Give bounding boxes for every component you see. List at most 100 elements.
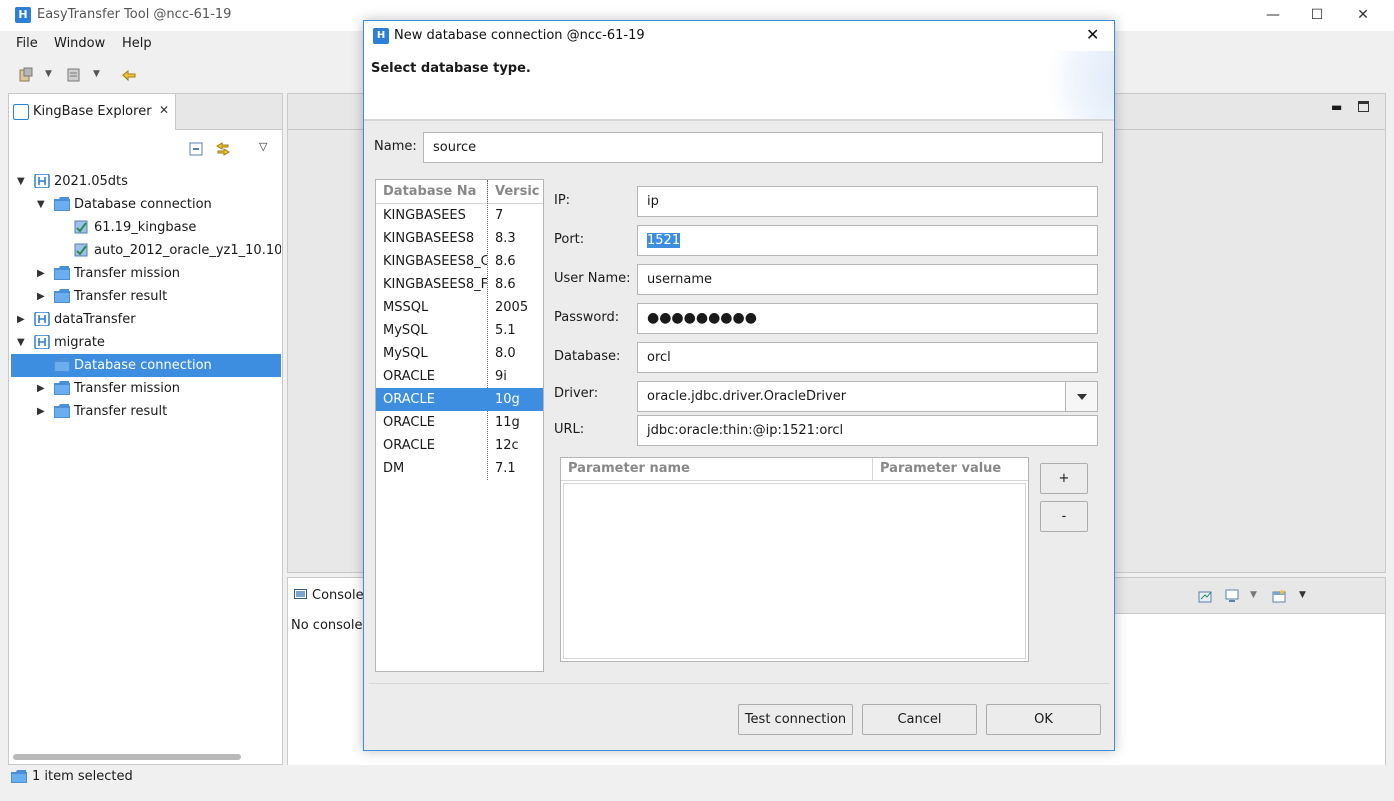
link-with-editor-icon[interactable] (215, 141, 231, 157)
minimize-view-icon[interactable]: ▬ (1331, 100, 1342, 114)
database-type-table[interactable]: Database Na Versic KINGBASEES 7 KINGBASEES… (375, 179, 544, 672)
folder-icon (54, 404, 70, 418)
database-name-cell: ORACLE (383, 369, 435, 384)
close-button[interactable]: ✕ (1340, 3, 1386, 29)
database-type-row[interactable]: MySQL 5.1 (376, 319, 543, 342)
new-connection-dialog: H New database connection @ncc-61-19 ✕ S… (363, 20, 1115, 751)
ok-button[interactable]: OK (986, 704, 1101, 735)
explorer-tabbar: KingBase Explorer ✕ (9, 94, 282, 130)
chevron-right-icon[interactable]: ▶ (17, 308, 25, 331)
database-type-row[interactable]: KINGBASEES8 8.3 (376, 227, 543, 250)
close-tab-icon[interactable]: ✕ (159, 103, 169, 117)
version-cell: 9i (495, 369, 507, 384)
tree-item[interactable]: ▶ Transfer result (11, 400, 281, 423)
tab-console[interactable]: Console (288, 578, 373, 614)
app-title: EasyTransfer Tool @ncc-61-19 (37, 7, 232, 22)
new-mission-icon[interactable] (66, 67, 82, 83)
view-menu-icon[interactable]: ▽ (259, 140, 267, 153)
tree-item[interactable]: ▼ Database connection (11, 193, 281, 216)
version-cell: 8.6 (495, 277, 516, 292)
collapse-all-icon[interactable] (189, 142, 203, 156)
open-console-dropdown-icon[interactable]: ▼ (1299, 590, 1306, 600)
database-type-row[interactable]: MySQL 8.0 (376, 342, 543, 365)
database-name-cell: ORACLE (383, 438, 435, 453)
open-console-icon[interactable] (1272, 589, 1287, 603)
database-input[interactable]: orcl (637, 342, 1098, 373)
tree-item[interactable]: ▶ dataTransfer (11, 308, 281, 331)
banner-decoration (1034, 51, 1114, 119)
database-type-row[interactable]: KINGBASEES8_C 8.6 (376, 250, 543, 273)
cancel-button[interactable]: Cancel (862, 704, 977, 735)
database-name-cell: KINGBASEES8 (383, 231, 475, 246)
tree-item[interactable]: ▼ 2021.05dts (11, 170, 281, 193)
tree-item[interactable]: ▶ Transfer mission (11, 377, 281, 400)
chevron-right-icon[interactable]: ▶ (37, 285, 45, 308)
add-parameter-button[interactable]: + (1040, 463, 1088, 494)
menu-help[interactable]: Help (122, 36, 152, 51)
new-mission-dropdown-icon[interactable]: ▼ (93, 69, 100, 79)
column-parameter-value[interactable]: Parameter value (880, 461, 1001, 476)
database-name-cell: KINGBASEES (383, 208, 466, 223)
tree-item[interactable]: auto_2012_oracle_yz1_10.10 (11, 239, 281, 262)
chevron-down-icon[interactable]: ▼ (37, 193, 45, 216)
column-parameter-name[interactable]: Parameter name (568, 461, 690, 476)
new-connection-icon[interactable] (18, 67, 34, 83)
version-cell: 8.0 (495, 346, 516, 361)
version-cell: 11g (495, 415, 520, 430)
parameter-table-body[interactable] (563, 483, 1026, 659)
database-type-row[interactable]: ORACLE 11g (376, 411, 543, 434)
new-connection-dropdown-icon[interactable]: ▼ (45, 69, 52, 79)
project-icon (34, 174, 50, 188)
back-arrow-icon[interactable] (121, 67, 137, 83)
remove-parameter-button[interactable]: - (1040, 501, 1088, 532)
tree-item[interactable]: Database connection (11, 354, 281, 377)
display-console-icon[interactable] (1225, 589, 1240, 603)
database-type-row[interactable]: ORACLE 12c (376, 434, 543, 457)
folder-icon (54, 358, 70, 372)
port-input[interactable]: 1521 (637, 225, 1098, 256)
version-cell: 12c (495, 438, 519, 453)
tree-item[interactable]: ▶ Transfer result (11, 285, 281, 308)
chevron-right-icon[interactable]: ▶ (37, 400, 45, 423)
tree-item[interactable]: ▼ migrate (11, 331, 281, 354)
db-connection-icon (74, 220, 88, 234)
database-type-row[interactable]: KINGBASEES 7 (376, 204, 543, 227)
ip-input[interactable]: ip (637, 186, 1098, 217)
horizontal-scrollbar[interactable] (13, 754, 241, 760)
pin-console-icon[interactable] (1198, 589, 1213, 603)
tree-item[interactable]: 61.19_kingbase (11, 216, 281, 239)
driver-label: Driver: (554, 386, 599, 401)
maximize-view-icon[interactable] (1358, 101, 1369, 112)
console-message: No console (291, 618, 363, 633)
maximize-button[interactable]: ☐ (1294, 3, 1340, 29)
database-type-row[interactable]: ORACLE 9i (376, 365, 543, 388)
database-type-row[interactable]: MSSQL 2005 (376, 296, 543, 319)
column-database-name[interactable]: Database Na (383, 184, 483, 199)
url-input[interactable]: jdbc:oracle:thin:@ip:1521:orcl (637, 415, 1098, 446)
chevron-right-icon[interactable]: ▶ (37, 262, 45, 285)
column-version[interactable]: Versic (495, 184, 541, 199)
user-name-input[interactable]: username (637, 264, 1098, 295)
parameter-table[interactable]: Parameter name Parameter value (560, 457, 1029, 662)
password-input[interactable]: ●●●●●●●●● (637, 303, 1098, 334)
minimize-button[interactable]: — (1250, 3, 1296, 29)
chevron-down-icon[interactable]: ▼ (17, 170, 25, 193)
menu-file[interactable]: File (16, 36, 38, 51)
tree-item[interactable]: ▶ Transfer mission (11, 262, 281, 285)
database-type-row[interactable]: ORACLE 10g (376, 388, 543, 411)
db-connection-icon (74, 243, 88, 257)
chevron-right-icon[interactable]: ▶ (37, 377, 45, 400)
chevron-down-icon[interactable]: ▼ (17, 331, 25, 354)
test-connection-button[interactable]: Test connection (738, 704, 853, 735)
database-type-row[interactable]: DM 7.1 (376, 457, 543, 480)
display-console-dropdown-icon[interactable]: ▼ (1250, 590, 1257, 600)
database-type-row[interactable]: KINGBASEES8_F 8.6 (376, 273, 543, 296)
chevron-down-icon[interactable] (1065, 382, 1097, 411)
dialog-close-icon[interactable]: ✕ (1086, 25, 1099, 44)
name-input[interactable]: source (423, 132, 1103, 163)
ip-label: IP: (554, 193, 571, 208)
name-label: Name: (374, 139, 417, 154)
menu-window[interactable]: Window (54, 36, 105, 51)
tab-kingbase-explorer[interactable]: KingBase Explorer ✕ (9, 94, 176, 130)
driver-select[interactable]: oracle.jdbc.driver.OracleDriver (637, 381, 1098, 412)
